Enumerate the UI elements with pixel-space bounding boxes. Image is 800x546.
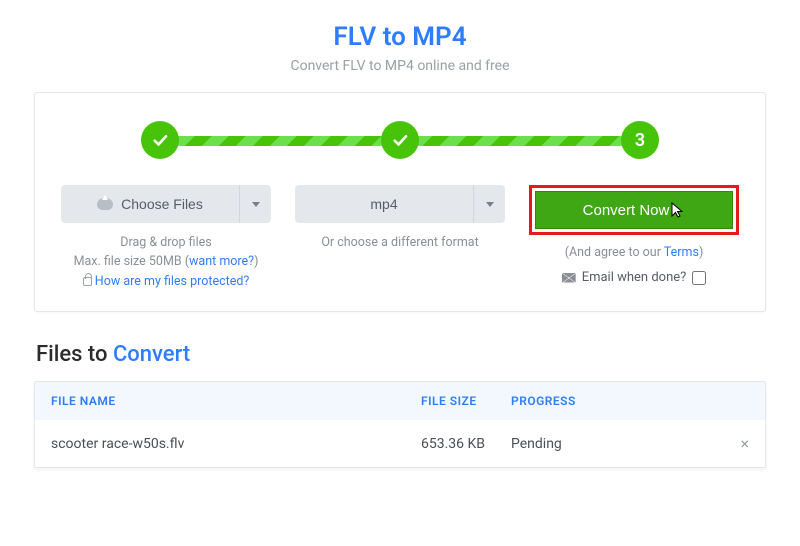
choose-hint-line1: Drag & drop files	[120, 235, 211, 250]
want-more-link[interactable]: want more?	[189, 254, 254, 269]
remove-file-button[interactable]: ×	[725, 434, 749, 453]
table-row: scooter race-w50s.flv 653.36 KB Pending …	[35, 420, 765, 467]
files-table-header: FILE NAME FILE SIZE PROGRESS	[35, 382, 765, 420]
choose-files-label: Choose Files	[121, 196, 203, 212]
lock-icon	[83, 277, 92, 286]
page-subtitle: Convert FLV to MP4 online and free	[34, 58, 766, 74]
mail-icon	[562, 273, 576, 283]
email-when-done-row[interactable]: Email when done?	[562, 270, 707, 285]
progress-bar: 3	[141, 121, 659, 161]
col-header-name: FILE NAME	[51, 394, 421, 408]
agree-prefix: (And agree to our	[565, 245, 664, 260]
format-selected-label: mp4	[370, 196, 397, 212]
chevron-down-icon	[486, 202, 494, 207]
convert-highlight-box: Convert Now	[529, 185, 739, 235]
files-section-title: Files to Convert	[36, 342, 764, 367]
step-1-done	[141, 121, 179, 159]
agree-suffix: )	[699, 245, 703, 260]
choose-hint-line2a: Max. file size 50MB (	[74, 254, 189, 269]
email-when-done-checkbox[interactable]	[692, 271, 706, 285]
files-title-accent: Convert	[113, 342, 190, 367]
format-hint: Or choose a different format	[321, 233, 478, 252]
check-icon	[151, 131, 169, 149]
file-progress-cell: Pending	[511, 436, 725, 452]
convert-now-label: Convert Now	[583, 202, 670, 219]
files-protected-link[interactable]: How are my files protected?	[95, 274, 250, 289]
file-name-cell: scooter race-w50s.flv	[51, 436, 421, 452]
terms-link[interactable]: Terms	[664, 245, 699, 260]
cursor-icon	[671, 202, 685, 218]
choose-files-dropdown[interactable]	[239, 185, 271, 223]
step-2-done	[381, 121, 419, 159]
email-when-done-label: Email when done?	[582, 270, 687, 285]
choose-hint: Drag & drop files Max. file size 50MB (w…	[74, 233, 259, 291]
files-title-plain: Files to	[36, 342, 113, 367]
files-table: FILE NAME FILE SIZE PROGRESS scooter rac…	[34, 381, 766, 468]
format-dropdown[interactable]	[473, 185, 505, 223]
col-header-progress: PROGRESS	[511, 394, 749, 408]
choose-hint-line2b: )	[254, 254, 258, 269]
upload-cloud-icon	[97, 198, 113, 210]
converter-card: 3 Choose Files Drag & drop files Max. f	[34, 92, 766, 312]
file-size-cell: 653.36 KB	[421, 436, 511, 452]
step-3-current: 3	[621, 121, 659, 159]
format-group: mp4	[295, 185, 505, 223]
choose-files-group: Choose Files	[61, 185, 271, 223]
format-select[interactable]: mp4	[295, 185, 473, 223]
chevron-down-icon	[252, 202, 260, 207]
agree-text: (And agree to our Terms)	[565, 245, 704, 260]
choose-files-button[interactable]: Choose Files	[61, 185, 239, 223]
convert-now-button[interactable]: Convert Now	[535, 191, 733, 229]
check-icon	[391, 131, 409, 149]
col-header-size: FILE SIZE	[421, 394, 511, 408]
page-title: FLV to MP4	[34, 22, 766, 52]
